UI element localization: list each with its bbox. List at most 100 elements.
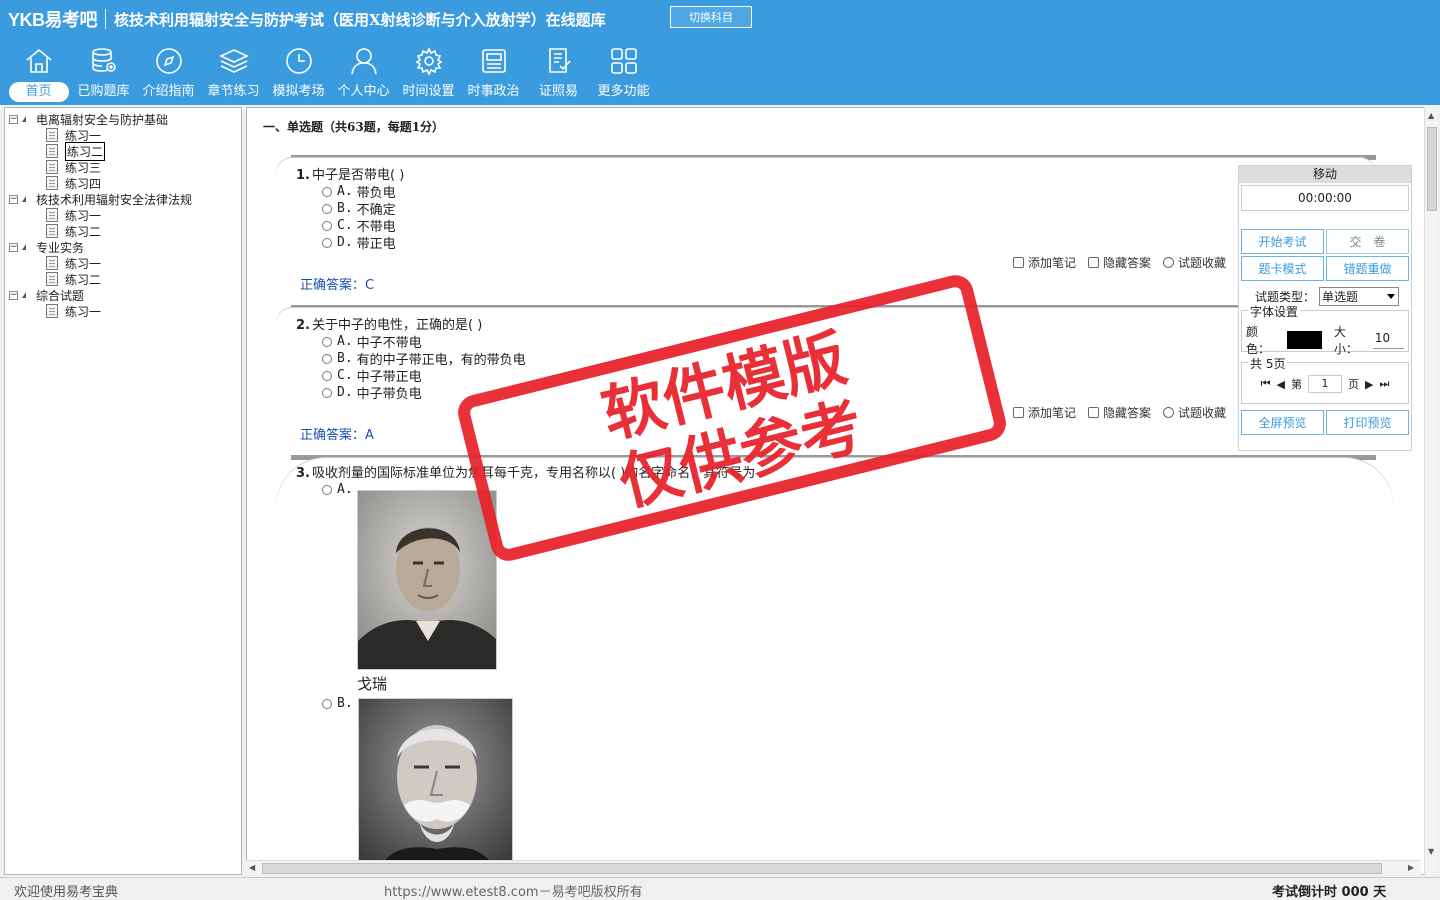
add-note-button[interactable]: 添加笔记 <box>1012 404 1076 421</box>
nav-certificate[interactable]: 证照易 <box>526 46 591 104</box>
radio-button[interactable] <box>322 237 332 248</box>
nav-label: 证照易 <box>538 84 578 99</box>
document-icon <box>46 304 58 318</box>
redo-wrong-button[interactable]: 错题重做 <box>1326 256 1409 281</box>
chapter-tree: − 电离辐射安全与防护基础 练习一 练习二 练习三 练习四 − 核技术利用辐射安… <box>9 111 192 319</box>
question-type-select[interactable]: 单选题 <box>1319 287 1400 306</box>
vertical-scroll-thumb[interactable] <box>1427 127 1437 211</box>
font-color-picker[interactable] <box>1286 331 1322 349</box>
radio-button[interactable] <box>322 353 332 364</box>
answer-label: 正确答案： <box>300 428 366 443</box>
tree-leaf-exercise[interactable]: 练习一 <box>9 207 192 223</box>
tree-leaf-exercise[interactable]: 练习四 <box>9 175 192 191</box>
scroll-up-icon[interactable]: ▲ <box>1428 111 1434 120</box>
tree-leaf-exercise[interactable]: 练习二 <box>9 271 192 287</box>
card-mode-button[interactable]: 题卡模式 <box>1241 256 1324 281</box>
question-number: 3. <box>296 466 310 481</box>
radio-button[interactable] <box>322 203 332 214</box>
answer-value: A <box>365 428 374 443</box>
radio-button[interactable] <box>322 387 332 398</box>
nav-home[interactable]: 首页 <box>6 46 71 104</box>
main-nav: 首页 已购题库 介绍指南 章节练习 模拟考场 个人中心 时间设置 时事政治 证照… <box>6 46 656 104</box>
tree-node-chapter[interactable]: − 综合试题 <box>9 287 192 303</box>
panel-drag-handle[interactable]: 移动 <box>1239 166 1411 183</box>
favorite-label: 试题收藏 <box>1177 256 1226 270</box>
last-page-icon[interactable]: ⏭ <box>1379 377 1389 391</box>
submit-exam-button[interactable]: 交 卷 <box>1326 229 1409 254</box>
nav-chapter[interactable]: 章节练习 <box>201 46 266 104</box>
tree-leaf-label: 练习二 <box>65 224 102 239</box>
scroll-right-icon[interactable]: ▶ <box>1408 863 1414 872</box>
next-page-icon[interactable]: ▶ <box>1365 378 1373 391</box>
switch-subject-button[interactable]: 切换科目 <box>670 6 752 28</box>
prev-page-icon[interactable]: ◀ <box>1277 378 1285 391</box>
option-letter: A. <box>337 184 353 199</box>
horizontal-scroll-thumb[interactable] <box>262 863 1382 874</box>
option-a[interactable]: A. <box>322 482 353 497</box>
tree-node-chapter[interactable]: − 核技术利用辐射安全法律法规 <box>9 191 192 207</box>
option-b[interactable]: B. <box>322 696 353 711</box>
document-icon <box>46 128 58 142</box>
title-bar: YKB易考吧 核技术利用辐射安全与防护考试（医用X射线诊断与介入放射学）在线题库 <box>8 6 659 32</box>
horizontal-scrollbar[interactable]: ◀ ▶ <box>246 860 1421 875</box>
radio-button[interactable] <box>322 220 332 231</box>
print-preview-button[interactable]: 打印预览 <box>1326 410 1409 435</box>
radio-button[interactable] <box>322 698 332 709</box>
nav-more[interactable]: 更多功能 <box>591 46 656 104</box>
collapse-icon[interactable]: − <box>9 242 18 252</box>
pencil-icon <box>1012 257 1024 268</box>
favorite-button[interactable]: 试题收藏 <box>1162 254 1226 271</box>
tree-node-chapter[interactable]: − 专业实务 <box>9 239 192 255</box>
collapse-icon[interactable]: − <box>9 290 18 300</box>
font-settings-group: 字体设置 颜色： 大小： 10 <box>1241 303 1409 356</box>
add-note-button[interactable]: 添加笔记 <box>1012 254 1076 271</box>
scroll-down-icon[interactable]: ▼ <box>1428 847 1434 856</box>
nav-time-settings[interactable]: 时间设置 <box>396 46 461 104</box>
nav-label: 模拟考场 <box>272 84 325 99</box>
tree-leaf-exercise[interactable]: 练习三 <box>9 159 192 175</box>
nav-purchased[interactable]: 已购题库 <box>71 46 136 104</box>
hide-answer-button[interactable]: 隐藏答案 <box>1087 404 1151 421</box>
first-page-icon[interactable]: ⏮ <box>1261 377 1271 391</box>
nav-guide[interactable]: 介绍指南 <box>136 46 201 104</box>
page-suffix: 页 <box>1348 378 1359 391</box>
font-size-input[interactable]: 10 <box>1372 331 1405 349</box>
tree-leaf-exercise[interactable]: 练习一 <box>9 303 192 319</box>
home-icon <box>25 48 52 73</box>
scroll-left-icon[interactable]: ◀ <box>249 863 255 872</box>
clock-icon <box>285 48 312 74</box>
font-size-label: 大小： <box>1333 325 1358 356</box>
radio-button[interactable] <box>322 186 332 197</box>
fullscreen-preview-button[interactable]: 全屏预览 <box>1241 410 1324 435</box>
tree-node-chapter[interactable]: − 电离辐射安全与防护基础 <box>9 111 192 127</box>
radio-button[interactable] <box>322 336 332 347</box>
vertical-scrollbar[interactable]: ▲ ▼ <box>1424 107 1438 875</box>
document-icon <box>46 208 58 222</box>
radio-button[interactable] <box>322 370 332 381</box>
portrait-image-b <box>358 698 513 868</box>
collapse-icon[interactable]: − <box>9 114 18 124</box>
title-divider <box>105 9 107 29</box>
start-exam-button[interactable]: 开始考试 <box>1241 229 1324 254</box>
app-logo: YKB易考吧 <box>8 10 98 30</box>
tree-leaf-exercise[interactable]: 练习二 <box>9 223 192 239</box>
nav-profile[interactable]: 个人中心 <box>331 46 396 104</box>
hide-answer-button[interactable]: 隐藏答案 <box>1087 254 1151 271</box>
tree-leaf-exercise[interactable]: 练习一 <box>9 255 192 271</box>
option-d[interactable]: D. 中子带负电 <box>322 383 422 402</box>
nav-mock-exam[interactable]: 模拟考场 <box>266 46 331 104</box>
radio-button[interactable] <box>322 484 332 495</box>
question-card-3: 3. 吸收剂量的国际标准单位为焦耳每千克，专用名称以( )的名字命名，其符号为 A… <box>276 458 1394 874</box>
page-count-legend: 共 5页 <box>1248 355 1288 372</box>
nav-current-affairs[interactable]: 时事政治 <box>461 46 526 104</box>
heart-icon <box>1162 257 1174 268</box>
question-text: 中子是否带电( ) <box>311 168 405 183</box>
tree-leaf-label: 练习一 <box>65 256 102 271</box>
gear-icon <box>415 47 442 76</box>
page-number-input[interactable]: 1 <box>1308 375 1342 393</box>
tree-leaf-exercise-selected[interactable]: 练习二 <box>9 141 192 161</box>
favorite-button[interactable]: 试题收藏 <box>1162 404 1226 421</box>
collapse-icon[interactable]: − <box>9 194 18 204</box>
document-icon <box>46 144 58 158</box>
option-d[interactable]: D. 带正电 <box>322 233 396 252</box>
